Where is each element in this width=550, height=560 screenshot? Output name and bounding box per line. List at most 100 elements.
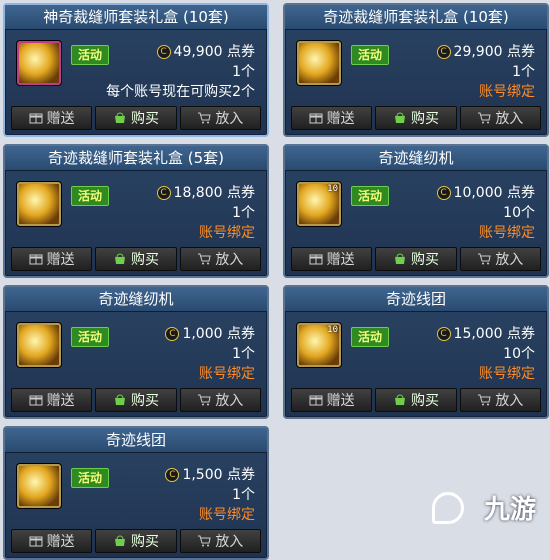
gift-button[interactable]: 赠送 <box>291 247 373 271</box>
buy-bag-icon <box>114 253 125 264</box>
event-tag: 活动 <box>71 186 109 206</box>
gift-box-icon[interactable] <box>17 41 61 85</box>
event-tag: 活动 <box>351 327 389 347</box>
cart-icon <box>198 394 211 406</box>
buy-label: 购买 <box>130 534 159 550</box>
add-to-cart-button[interactable]: 放入 <box>179 388 261 412</box>
item-title: 奇迹缝纫机 <box>285 146 547 171</box>
price-unit: 点券 <box>227 185 255 201</box>
add-to-cart-button[interactable]: 放入 <box>459 388 541 412</box>
item-actions: 赠送 购买 放入 <box>11 529 261 553</box>
gift-button[interactable]: 赠送 <box>11 388 93 412</box>
gift-icon <box>29 113 43 124</box>
shop-item-card[interactable]: 奇迹裁缝师套装礼盒 (5套) 活动 C 18,800 点券 1个 账号绑定 赠送 … <box>3 144 269 278</box>
price-value: 1,000 <box>182 326 223 342</box>
buy-label: 购买 <box>130 252 159 268</box>
gift-button[interactable]: 赠送 <box>11 247 93 271</box>
account-bound-label: 账号绑定 <box>199 225 255 241</box>
coupon-coin-icon: C <box>156 45 171 59</box>
item-quantity: 10个 <box>503 346 535 362</box>
item-actions: 赠送 购买 放入 <box>291 388 541 412</box>
coupon-coin-icon: C <box>165 468 180 482</box>
price-value: 15,000 <box>453 326 503 342</box>
buy-button[interactable]: 购买 <box>95 247 177 271</box>
shop-item-card[interactable]: 奇迹缝纫机 10 活动 C 10,000 点券 10个 账号绑定 赠送 购买 放入 <box>283 144 549 278</box>
cart-label: 放入 <box>215 393 244 409</box>
price-unit: 点券 <box>507 44 535 60</box>
add-to-cart-button[interactable]: 放入 <box>179 247 261 271</box>
gift-button[interactable]: 赠送 <box>291 106 373 130</box>
price-unit: 点券 <box>227 44 255 60</box>
gift-button[interactable]: 赠送 <box>11 529 93 553</box>
item-price: C 18,800 点券 <box>156 182 255 202</box>
gift-box-icon[interactable] <box>17 182 61 226</box>
cart-label: 放入 <box>495 111 524 127</box>
buy-bag-icon <box>394 112 405 123</box>
coupon-coin-icon: C <box>436 327 451 341</box>
buy-button[interactable]: 购买 <box>95 388 177 412</box>
gift-label: 赠送 <box>46 393 75 409</box>
cart-label: 放入 <box>215 534 244 550</box>
buy-button[interactable]: 购买 <box>375 247 457 271</box>
add-to-cart-button[interactable]: 放入 <box>459 106 541 130</box>
event-tag: 活动 <box>71 468 109 488</box>
buy-button[interactable]: 购买 <box>375 106 457 130</box>
cart-icon <box>478 112 491 124</box>
account-bound-label: 账号绑定 <box>199 366 255 382</box>
item-quantity: 1个 <box>232 346 255 362</box>
gift-button[interactable]: 赠送 <box>291 388 373 412</box>
item-actions: 赠送 购买 放入 <box>11 247 261 271</box>
account-bound-label: 账号绑定 <box>199 507 255 523</box>
buy-bag-icon <box>114 112 125 123</box>
coupon-coin-icon: C <box>436 45 451 59</box>
buy-button[interactable]: 购买 <box>375 388 457 412</box>
gift-label: 赠送 <box>46 534 75 550</box>
buy-button[interactable]: 购买 <box>95 106 177 130</box>
add-to-cart-button[interactable]: 放入 <box>179 106 261 130</box>
buy-bag-icon <box>114 394 125 405</box>
cart-icon <box>198 112 211 124</box>
account-bound-label: 账号绑定 <box>479 84 535 100</box>
item-price: C 29,900 点券 <box>436 41 535 61</box>
purchase-limit-note: 每个账号现在可购买2个 <box>106 84 255 100</box>
sewing-machine-icon[interactable]: 10 <box>297 182 341 226</box>
gift-label: 赠送 <box>46 111 75 127</box>
cart-icon <box>478 394 491 406</box>
event-tag: 活动 <box>71 327 109 347</box>
yarn-ball-icon[interactable]: 10 <box>297 323 341 367</box>
cart-icon <box>198 253 211 265</box>
item-price: C 15,000 点券 <box>436 323 535 343</box>
add-to-cart-button[interactable]: 放入 <box>459 247 541 271</box>
price-value: 1,500 <box>182 467 223 483</box>
shop-item-card[interactable]: 奇迹线团 10 活动 C 15,000 点券 10个 账号绑定 赠送 购买 放入 <box>283 285 549 419</box>
item-title: 奇迹裁缝师套装礼盒 (5套) <box>5 146 267 171</box>
buy-bag-icon <box>394 394 405 405</box>
add-to-cart-button[interactable]: 放入 <box>179 529 261 553</box>
cart-label: 放入 <box>215 111 244 127</box>
watermark-logo-icon <box>432 492 464 524</box>
item-price: C 1,500 点券 <box>165 464 255 484</box>
event-tag: 活动 <box>351 186 389 206</box>
item-actions: 赠送 购买 放入 <box>291 247 541 271</box>
item-title: 神奇裁缝师套装礼盒 (10套) <box>5 5 267 30</box>
gift-label: 赠送 <box>326 393 355 409</box>
price-unit: 点券 <box>507 326 535 342</box>
price-unit: 点券 <box>507 185 535 201</box>
gift-button[interactable]: 赠送 <box>11 106 93 130</box>
shop-item-card[interactable]: 奇迹裁缝师套装礼盒 (10套) 活动 C 29,900 点券 1个 账号绑定 赠送… <box>283 3 549 137</box>
buy-button[interactable]: 购买 <box>95 529 177 553</box>
shop-item-card[interactable]: 奇迹线团 活动 C 1,500 点券 1个 账号绑定 赠送 购买 放入 <box>3 426 269 560</box>
shop-item-card[interactable]: 奇迹缝纫机 活动 C 1,000 点券 1个 账号绑定 赠送 购买 放入 <box>3 285 269 419</box>
gift-icon <box>309 113 323 124</box>
price-value: 18,800 <box>173 185 223 201</box>
item-title: 奇迹线团 <box>5 428 267 453</box>
gift-icon <box>29 536 43 547</box>
yarn-ball-icon[interactable] <box>17 464 61 508</box>
item-quantity: 10个 <box>503 205 535 221</box>
sewing-machine-icon[interactable] <box>17 323 61 367</box>
account-bound-label: 账号绑定 <box>479 366 535 382</box>
buy-label: 购买 <box>130 111 159 127</box>
gift-box-icon[interactable] <box>297 41 341 85</box>
shop-item-card[interactable]: 神奇裁缝师套装礼盒 (10套) 活动 C 49,900 点券 1个 每个账号现在可… <box>3 3 269 137</box>
price-value: 49,900 <box>173 44 223 60</box>
